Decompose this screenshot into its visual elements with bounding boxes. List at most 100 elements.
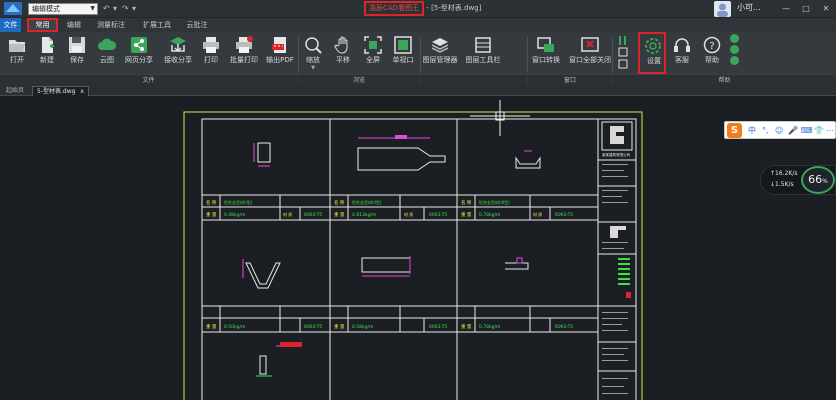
document-tabs: 起始页 5-型材表.dwg x [0, 85, 836, 96]
cell-weight-label: 重 量 [461, 211, 472, 218]
window-switch-icon [537, 37, 554, 52]
update-icon[interactable] [730, 45, 739, 54]
group-divider [527, 36, 528, 72]
cell-weight-label: 重 量 [206, 323, 217, 330]
cell-name-label: 名 称 [334, 199, 345, 206]
profile-5 [361, 256, 411, 277]
menu-measure[interactable]: 测量标注 [92, 18, 130, 32]
close-button[interactable]: ✕ [818, 1, 834, 16]
layer-toolbar-icon [475, 37, 491, 53]
memory-usage-value: 66 [808, 173, 823, 186]
pan-button[interactable]: 平移 [327, 33, 359, 75]
svg-text:?: ? [709, 41, 714, 52]
layer-manager-button[interactable]: 图层管理器 [423, 33, 458, 75]
menu-file[interactable]: 文件 [0, 18, 21, 32]
fullscreen-button[interactable]: 全屏 [357, 33, 389, 75]
user-name[interactable]: 小可... [737, 2, 761, 14]
layers-icon [431, 38, 449, 53]
cell-weight-4: 0.50kg/m [224, 324, 245, 330]
menu-cloud-annotation[interactable]: 云批注 [182, 18, 212, 32]
web-share-button[interactable]: 网页分享 [123, 33, 155, 75]
cell-weight-2: 4.813kg/m [352, 212, 376, 218]
ime-keyboard-icon[interactable]: ⌨ [801, 123, 813, 138]
open-button[interactable]: 打开 [1, 33, 33, 75]
new-button[interactable]: 新建 [31, 33, 63, 75]
redo-icon[interactable]: ↷ [122, 3, 129, 15]
batch-print-label: 批量打印 [230, 56, 258, 64]
batch-print-button[interactable]: 批量打印 [228, 33, 260, 75]
title-separator: - [424, 4, 432, 12]
avatar[interactable] [714, 1, 731, 17]
ime-chinese-toggle[interactable]: 中 [748, 123, 756, 138]
undo-dropdown-icon[interactable]: ▾ [113, 3, 117, 15]
ime-more-icon[interactable]: ⋯ [826, 123, 834, 138]
magnifier-icon [305, 37, 322, 54]
memory-usage-gauge[interactable]: 66% [801, 166, 835, 194]
cad-drawing[interactable]: 名 称 铝合金型材(I型) 名 称 铝合金型材(II型) 名 称 铝合金型材(I… [0, 96, 836, 400]
help-button[interactable]: ? 帮助 [696, 33, 728, 75]
mode-select[interactable]: 编辑模式 ▼ [28, 3, 98, 15]
group-window-label: 窗口 [528, 74, 612, 85]
single-window-button[interactable]: 单视口 [387, 33, 419, 75]
cell-weight-label: 重 量 [206, 211, 217, 218]
redo-dropdown-icon[interactable]: ▾ [132, 3, 136, 15]
panel-toggle-icons[interactable] [617, 36, 629, 70]
cell-name-2: 铝合金型材(II型) [352, 199, 382, 205]
memory-usage-unit: % [822, 178, 828, 185]
service-button[interactable]: 客服 [666, 33, 698, 75]
maximize-button[interactable]: □ [798, 1, 814, 16]
download-speed-unit: K/s [784, 181, 794, 188]
cell-name-label: 名 称 [461, 199, 472, 206]
ime-punctuation-toggle[interactable]: °, [762, 123, 769, 138]
info-icon[interactable] [730, 56, 739, 65]
ime-emoji-icon[interactable]: ☺ [775, 123, 783, 138]
outer-frame [183, 111, 643, 400]
network-speed-widget[interactable]: ↑16.2K/s ↓1.5K/s 66% [760, 165, 836, 195]
receive-share-button[interactable]: 接收分享 [162, 33, 194, 75]
settings-button[interactable]: 设置 [638, 32, 666, 74]
menu-common[interactable]: 常用 [27, 18, 58, 32]
export-pdf-button[interactable]: 输出PDF [264, 33, 296, 75]
save-button[interactable]: 保存 [61, 33, 93, 75]
ime-toolbar[interactable]: S 中 °, ☺ 🎤 ⌨ 👕 ⋯ [724, 121, 836, 139]
tab-current-label: 5-型材表.dwg [37, 88, 76, 95]
cell-material-label: 材 质 [283, 211, 292, 217]
cell-material-label: 材 质 [404, 211, 413, 217]
cell-material-6: 6063-T5 [555, 324, 573, 330]
group-layer-label [421, 74, 527, 85]
close-all-icon [581, 37, 599, 52]
cell-name-1: 铝合金型材(I型) [224, 199, 253, 205]
feedback-icon[interactable] [730, 34, 739, 43]
cell-name-label: 名 称 [206, 199, 217, 206]
drawing-canvas[interactable]: 名 称 铝合金型材(I型) 名 称 铝合金型材(II型) 名 称 铝合金型材(I… [0, 96, 836, 400]
title-block [597, 118, 637, 400]
single-window-label: 单视口 [392, 56, 414, 64]
print-button[interactable]: 打印 [195, 33, 227, 75]
tab-close-icon[interactable]: x [80, 88, 84, 95]
undo-icon[interactable]: ↶ [103, 3, 110, 15]
ime-skin-icon[interactable]: 👕 [814, 123, 824, 138]
receive-share-icon [170, 37, 186, 53]
file-name: [5-型材表.dwg] [431, 4, 482, 12]
cloud-map-button[interactable]: 云图 [91, 33, 123, 75]
zoom-button[interactable]: 缩放 ▼ [297, 33, 329, 75]
tab-current-file[interactable]: 5-型材表.dwg x [32, 86, 89, 96]
tab-start-page[interactable]: 起始页 [2, 86, 28, 96]
menu-extend[interactable]: 扩展工具 [138, 18, 176, 32]
menu-edit[interactable]: 编辑 [62, 18, 86, 32]
save-icon [69, 37, 85, 53]
cell-material-1: 6063-T5 [304, 212, 322, 218]
user-avatar-icon [717, 3, 728, 17]
window-switch-button[interactable]: 窗口转换 [530, 33, 562, 75]
layer-toolbar-button[interactable]: 图层工具栏 [466, 33, 501, 75]
minimize-button[interactable]: — [778, 1, 794, 16]
profile-3 [515, 150, 541, 169]
zoom-dropdown-icon[interactable]: ▼ [297, 65, 329, 71]
ime-logo-icon[interactable]: S [727, 123, 742, 138]
cell-name-3: 铝合金型材(III型) [479, 199, 510, 205]
profile-4 [242, 259, 281, 289]
ime-voice-icon[interactable]: 🎤 [788, 123, 798, 138]
close-all-windows-button[interactable]: 窗口全部关闭 [569, 33, 611, 75]
profile-7 [256, 342, 302, 377]
app-window: 编辑模式 ▼ ↶ ▾ ↷ ▾ 浩辰CAD看图王 - [5-型材表.dwg] 小可… [0, 0, 836, 400]
